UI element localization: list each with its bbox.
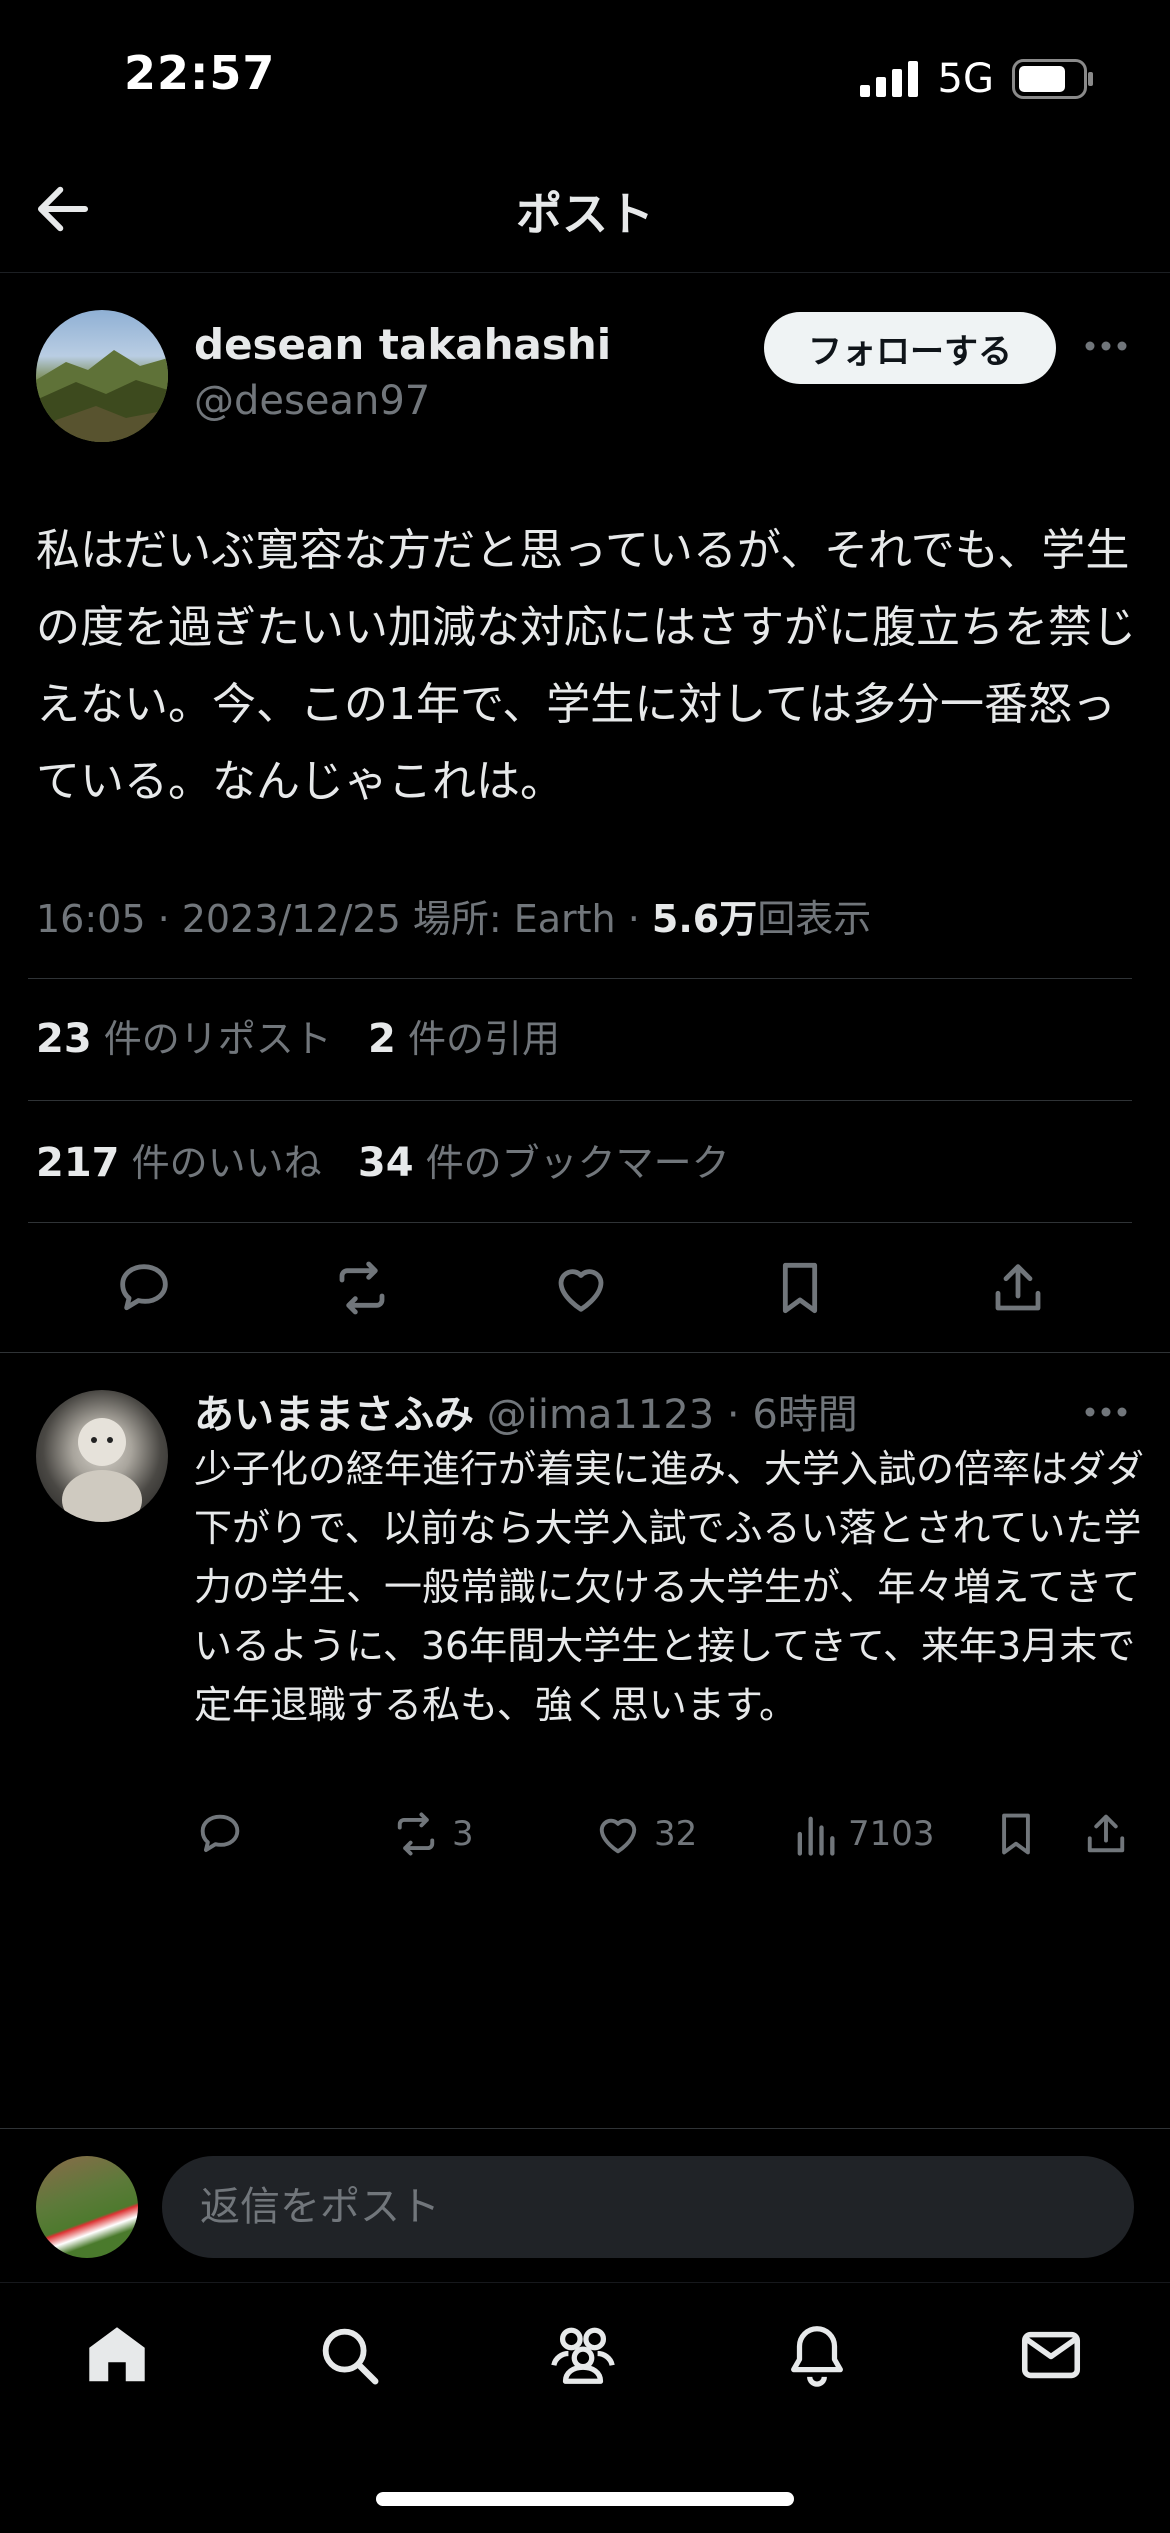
reposts-link[interactable]: 23 件のリポスト bbox=[36, 1016, 332, 1062]
tab-messages[interactable] bbox=[1016, 2320, 1086, 2390]
bookmarks-link[interactable]: 34 件のブックマーク bbox=[357, 1140, 730, 1186]
network-type: 5G bbox=[937, 56, 994, 102]
avatar-child-image bbox=[62, 1418, 142, 1522]
page-title: ポスト bbox=[516, 187, 654, 241]
more-dots-icon bbox=[1085, 341, 1127, 351]
reply-share-button[interactable] bbox=[1080, 1808, 1132, 1860]
reply-author-avatar[interactable] bbox=[36, 1390, 168, 1522]
signal-icon bbox=[859, 61, 918, 97]
home-icon bbox=[89, 2327, 145, 2382]
post-meta: 16:05 · 2023/12/25 場所: Earth · 5.6万回表示 bbox=[36, 888, 871, 943]
reply-text: 少子化の経年進行が着実に進み、大学入試の倍率はダダ下がりで、以前なら大学入試でふ… bbox=[194, 1447, 1145, 1727]
reposts-label: 件のリポスト bbox=[103, 1017, 332, 1061]
repost-icon bbox=[397, 1812, 435, 1856]
share-icon bbox=[1087, 1814, 1125, 1853]
my-avatar[interactable] bbox=[36, 2156, 138, 2258]
tab-notifications[interactable] bbox=[782, 2320, 852, 2390]
reply-like-button[interactable]: 32 bbox=[592, 1808, 697, 1860]
author-name[interactable]: desean takahashi bbox=[194, 320, 611, 369]
tab-search[interactable] bbox=[314, 2320, 384, 2390]
messages-icon bbox=[1021, 2331, 1081, 2379]
reply-repost-count: 3 bbox=[452, 1814, 474, 1854]
quotes-label: 件の引用 bbox=[407, 1017, 560, 1061]
communities-icon bbox=[551, 2327, 615, 2384]
post-more-button[interactable] bbox=[1084, 340, 1128, 352]
reply-input[interactable] bbox=[198, 2183, 1082, 2231]
quotes-link[interactable]: 2 件の引用 bbox=[368, 1016, 560, 1062]
search-icon bbox=[322, 2328, 379, 2385]
share-button[interactable] bbox=[986, 1256, 1050, 1320]
divider bbox=[28, 1222, 1132, 1223]
share-icon bbox=[995, 1264, 1041, 1311]
author-avatar[interactable] bbox=[36, 310, 168, 442]
status-time: 22:57 bbox=[124, 46, 276, 100]
reply-repost-button[interactable]: 3 bbox=[390, 1808, 474, 1860]
battery-icon bbox=[1012, 59, 1093, 99]
views-icon bbox=[797, 1816, 835, 1856]
heart-icon bbox=[558, 1269, 604, 1312]
likes-link[interactable]: 217 件のいいね bbox=[36, 1140, 322, 1186]
reply-composer[interactable] bbox=[162, 2156, 1134, 2258]
reply-views-count: 7103 bbox=[848, 1814, 935, 1854]
reply-button[interactable] bbox=[112, 1256, 176, 1320]
reply-views-button[interactable]: 7103 bbox=[792, 1808, 935, 1860]
repost-button[interactable] bbox=[330, 1256, 394, 1320]
repost-stats: 23 件のリポスト 2 件の引用 bbox=[36, 1008, 560, 1063]
bookmark-icon bbox=[1002, 1813, 1030, 1855]
notifications-icon bbox=[791, 2326, 843, 2387]
views-label: 回表示 bbox=[757, 897, 872, 941]
likes-count: 217 bbox=[36, 1140, 120, 1186]
divider bbox=[28, 1100, 1132, 1101]
post-timestamp-location: 16:05 · 2023/12/25 場所: Earth · bbox=[36, 897, 652, 941]
reply-header: あいままさふみ @iima1123 · 6時間 bbox=[194, 1382, 858, 1440]
repost-icon bbox=[339, 1261, 385, 1315]
bookmarks-label: 件のブックマーク bbox=[425, 1141, 730, 1185]
reply-like-count: 32 bbox=[654, 1814, 698, 1854]
home-indicator bbox=[376, 2492, 794, 2506]
quotes-count: 2 bbox=[368, 1016, 396, 1062]
reply-bookmark-button[interactable] bbox=[990, 1808, 1042, 1860]
reply-reply-button[interactable] bbox=[194, 1808, 246, 1860]
reply-icon bbox=[200, 1814, 240, 1852]
bookmark-button[interactable] bbox=[768, 1256, 832, 1320]
reposts-count: 23 bbox=[36, 1016, 92, 1062]
like-button[interactable] bbox=[549, 1256, 613, 1320]
tab-home[interactable] bbox=[82, 2320, 152, 2390]
bookmarks-count: 34 bbox=[357, 1140, 414, 1186]
post-text: 私はだいぶ寛容な方だと思っているが、それでも、学生の度を過ぎたいい加減な対応には… bbox=[36, 525, 1136, 807]
like-stats: 217 件のいいね 34 件のブックマーク bbox=[36, 1132, 730, 1187]
reply-handle-time[interactable]: @iima1123 · 6時間 bbox=[487, 1392, 858, 1438]
tab-communities[interactable] bbox=[548, 2320, 618, 2390]
reply-icon bbox=[120, 1264, 168, 1311]
reply-author-name[interactable]: あいままさふみ bbox=[194, 1392, 474, 1438]
reply-more-button[interactable] bbox=[1084, 1406, 1128, 1418]
divider bbox=[28, 978, 1132, 979]
header-divider bbox=[0, 272, 1170, 273]
bookmark-icon bbox=[782, 1262, 818, 1314]
avatar-mountain-image bbox=[36, 350, 168, 442]
heart-icon bbox=[599, 1818, 637, 1854]
divider bbox=[0, 1352, 1170, 1353]
more-dots-icon bbox=[1085, 1407, 1127, 1417]
views-count: 5.6万 bbox=[651, 897, 758, 941]
follow-button[interactable]: フォローする bbox=[764, 312, 1056, 384]
likes-label: 件のいいね bbox=[131, 1141, 322, 1185]
status-indicators: 5G bbox=[859, 56, 1094, 102]
divider bbox=[0, 2128, 1170, 2129]
author-handle[interactable]: @desean97 bbox=[194, 378, 430, 424]
